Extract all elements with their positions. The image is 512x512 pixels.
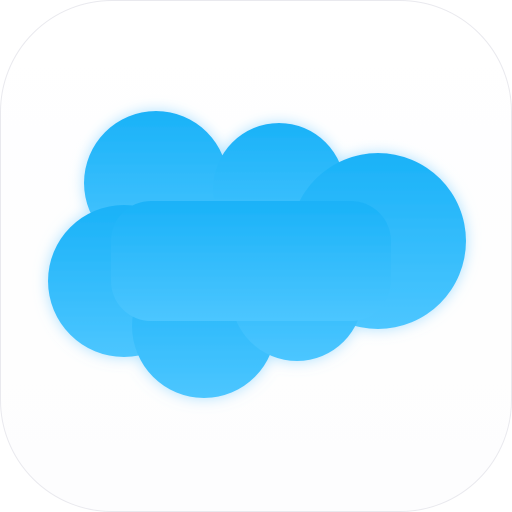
cloud-shape bbox=[48, 111, 466, 398]
app-icon-tile[interactable] bbox=[0, 0, 512, 512]
cloud-icon bbox=[48, 111, 466, 398]
app-icon-canvas bbox=[0, 0, 512, 512]
